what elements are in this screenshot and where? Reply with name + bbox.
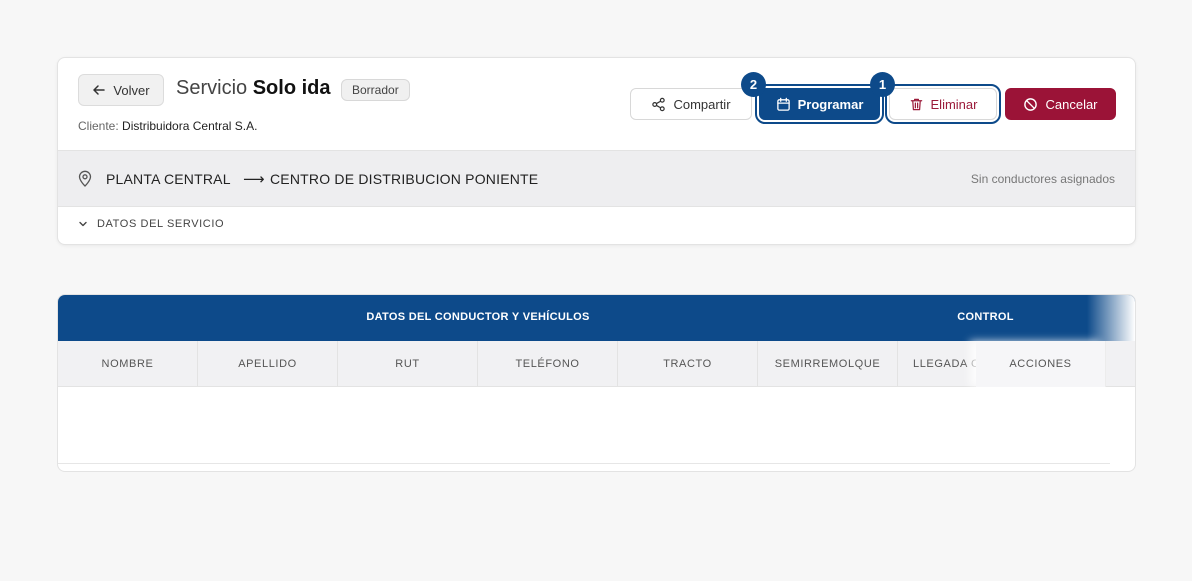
drivers-status: Sin conductores asignados [970,172,1115,186]
calendar-icon [776,97,790,111]
column-header-telefono[interactable]: TELÉFONO [478,341,618,387]
column-header-rut[interactable]: RUT [338,341,478,387]
table-group-header: DATOS DEL CONDUCTOR Y VEHÍCULOS CONTROL [58,295,1135,341]
service-header-card: Volver Servicio Solo ida Borrador Client… [57,57,1136,245]
schedule-button[interactable]: Programar [755,84,884,124]
route-arrow-icon: ⟶ [243,171,265,188]
table-header-row: NOMBRE APELLIDO RUT TELÉFONO TRACTO SEMI… [58,341,1135,387]
delete-button[interactable]: Eliminar [885,84,1001,124]
location-pin-icon [78,170,92,187]
share-icon [652,97,666,111]
service-details-toggle[interactable]: DATOS DEL SERVICIO [78,218,224,230]
schedule-label: Programar [797,96,864,112]
column-header-apellido[interactable]: APELLIDO [198,341,338,387]
route-bar: PLANTA CENTRAL ⟶ CENTRO DE DISTRIBUCION … [58,150,1135,207]
group-control: CONTROL [957,311,1014,323]
step-badge-2: 2 [741,72,766,97]
table-body-divider [58,463,1110,464]
column-header-acciones: ACCIONES [976,341,1106,387]
title-prefix: Servicio [176,77,248,99]
back-label: Volver [113,82,150,98]
chevron-down-icon [79,221,87,227]
arrow-left-icon [93,85,106,95]
group-driver-vehicles: DATOS DEL CONDUCTOR Y VEHÍCULOS [366,311,590,323]
service-header-top: Volver Servicio Solo ida Borrador Client… [58,58,1135,150]
status-badge: Borrador [341,79,410,101]
scroll-fade [1087,295,1135,341]
page-title: Servicio Solo ida [176,77,331,100]
title-main: Solo ida [252,77,331,99]
client-label: Cliente: [78,119,119,133]
share-label: Compartir [673,96,731,112]
step-badge-1: 1 [870,72,895,97]
share-button[interactable]: Compartir [630,88,752,120]
cancel-button[interactable]: Cancelar [1005,88,1116,120]
cancel-label: Cancelar [1045,96,1098,112]
client-name: Distribuidora Central S.A. [122,119,258,133]
back-button[interactable]: Volver [78,74,164,106]
column-header-semirremolque[interactable]: SEMIRREMOLQUE [758,341,898,387]
trash-icon [910,98,922,110]
route-origin: PLANTA CENTRAL [106,171,231,187]
delete-label: Eliminar [930,96,978,112]
route-destination: CENTRO DE DISTRIBUCION PONIENTE [270,171,539,187]
column-header-tracto[interactable]: TRACTO [618,341,758,387]
drivers-table: DATOS DEL CONDUCTOR Y VEHÍCULOS CONTROL … [57,294,1136,472]
column-header-nombre[interactable]: NOMBRE [58,341,198,387]
service-details-label: DATOS DEL SERVICIO [97,218,225,230]
client-line: Cliente: Distribuidora Central S.A. [78,119,257,133]
ban-icon [1024,97,1038,111]
